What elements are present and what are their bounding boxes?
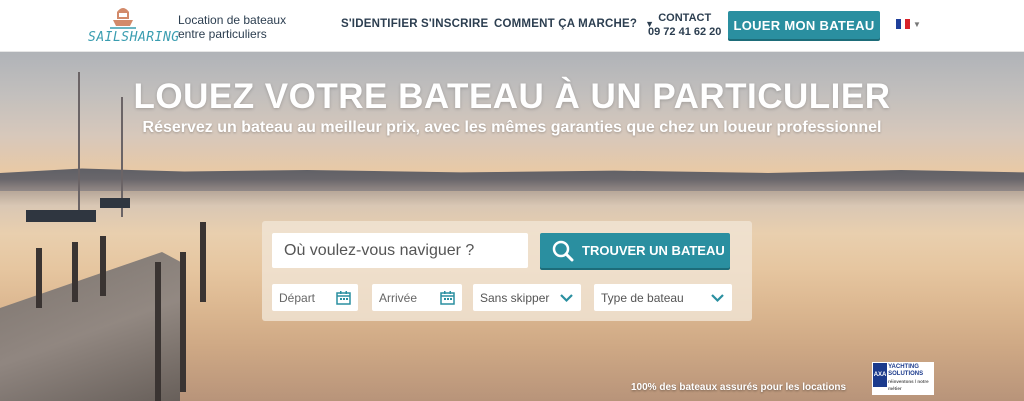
search-icon <box>552 240 574 261</box>
contact-label: CONTACT <box>658 12 712 24</box>
top-navbar: SAILSHARING Location de bateaux entre pa… <box>0 0 1024 52</box>
boat-logo-icon <box>110 8 136 29</box>
calendar-icon <box>440 291 455 305</box>
hero-background-post <box>72 242 78 302</box>
departure-date-field[interactable]: Départ <box>272 284 358 311</box>
axa-yachting-logo[interactable]: AXA YACHTING SOLUTIONS réinventons / not… <box>872 362 934 395</box>
hero-background-post <box>155 262 161 401</box>
hero-subtitle: Réservez un bateau au meilleur prix, ave… <box>142 119 882 136</box>
tagline-line-1: Location de bateaux <box>178 13 287 27</box>
departure-date-placeholder: Départ <box>279 290 316 305</box>
hero-background-post <box>200 222 206 302</box>
skipper-select[interactable]: Sans skipper <box>473 284 581 311</box>
partner-line-1: YACHTING <box>888 364 919 370</box>
rent-my-boat-button[interactable]: LOUER MON BATEAU <box>728 11 880 39</box>
chevron-down-icon <box>711 294 724 303</box>
partner-line-2: SOLUTIONS <box>888 371 924 377</box>
arrival-date-field[interactable]: Arrivée <box>372 284 462 311</box>
hero-title: LOUEZ VOTRE BATEAU À UN PARTICULIER <box>133 77 891 116</box>
find-boat-button[interactable]: TROUVER UN BATEAU <box>540 233 730 268</box>
search-panel: TROUVER UN BATEAU Départ Arrivée Sans sk… <box>262 221 752 321</box>
axa-mark: AXA <box>873 363 888 387</box>
nav-how-it-works-dropdown[interactable]: COMMENT ÇA MARCHE? ▼ <box>494 18 654 30</box>
contact-phone: 09 72 41 62 20 <box>648 26 722 38</box>
find-boat-button-label: TROUVER UN BATEAU <box>582 243 725 258</box>
hero-banner: LOUEZ VOTRE BATEAU À UN PARTICULIER Rése… <box>0 52 1024 401</box>
boat-type-select-value: Type de bateau <box>601 290 684 305</box>
nav-signup-link[interactable]: S'INSCRIRE <box>421 18 488 30</box>
tagline-line-2: entre particuliers <box>178 27 267 41</box>
contact-block[interactable]: CONTACT 09 72 41 62 20 <box>648 11 721 39</box>
nav-login-link[interactable]: S'IDENTIFIER <box>341 18 418 30</box>
calendar-icon <box>336 291 351 305</box>
skipper-select-value: Sans skipper <box>480 290 550 305</box>
insurance-note: 100% des bateaux assurés pour les locati… <box>631 382 847 393</box>
nav-how-it-works-label: COMMENT ÇA MARCHE? <box>494 18 638 30</box>
language-selector[interactable]: ▼ <box>896 19 921 29</box>
sailsharing-logo[interactable]: SAILSHARING <box>88 2 179 48</box>
french-flag-icon <box>896 19 911 29</box>
hero-background-boat <box>100 198 130 208</box>
chevron-down-icon <box>560 294 573 303</box>
hero-background-post <box>100 236 106 296</box>
arrival-date-placeholder: Arrivée <box>379 290 418 305</box>
logo-text: SAILSHARING <box>88 30 180 45</box>
partner-name: YACHTING SOLUTIONS réinventons / notre m… <box>888 362 934 395</box>
caret-down-icon: ▼ <box>913 19 921 29</box>
partner-slogan: réinventons / notre métier <box>888 379 929 391</box>
hero-background-boat <box>26 210 96 222</box>
hero-background-post <box>36 248 42 308</box>
hero-background-post <box>180 252 186 392</box>
hero-background-dock <box>0 252 180 401</box>
boat-type-select[interactable]: Type de bateau <box>594 284 732 311</box>
destination-search-input[interactable] <box>272 233 528 268</box>
hero-background-shoreline <box>0 168 1024 191</box>
tagline: Location de bateaux entre particuliers <box>178 13 286 41</box>
